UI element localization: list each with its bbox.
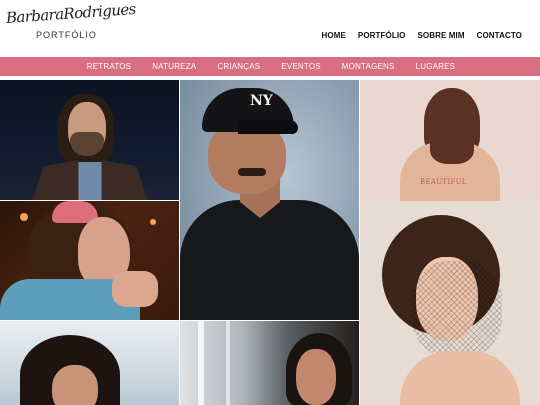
category-montagens[interactable]: MONTAGENS [342, 62, 395, 71]
photo-hands [112, 271, 158, 307]
photo-bokeh-light [150, 219, 156, 225]
photo-window-frame [198, 321, 204, 405]
gallery-photo-woman-curly-hair[interactable] [0, 201, 179, 320]
photo-window-frame [226, 321, 230, 405]
gallery-photo-man-long-hair[interactable] [0, 80, 179, 200]
photo-cap-brim [238, 120, 298, 134]
category-lugares[interactable]: LUGARES [416, 62, 456, 71]
nav-sobre-mim[interactable]: SOBRE MIM [417, 31, 464, 40]
nav-contacto[interactable]: CONTACTO [477, 31, 522, 40]
gallery-photo-woman-veil[interactable] [360, 201, 540, 405]
photo-shirt [180, 200, 359, 320]
site-logo[interactable]: BarbaraRodrigues PORTFÓLIO [5, 0, 136, 43]
photo-tattoo-text: BEAUTIFUL [420, 178, 467, 186]
main-nav: HOME PORTFÓLIO SOBRE MIM CONTACTO [322, 31, 523, 40]
category-natureza[interactable]: NATUREZA [152, 62, 196, 71]
gallery-photo-woman-back-tattoo[interactable]: BEAUTIFUL [360, 80, 540, 201]
logo-subtitle: PORTFÓLIO [36, 30, 97, 40]
gallery-photo-man-ny-cap[interactable]: NY [180, 80, 359, 320]
photo-face [52, 365, 98, 405]
nav-portfolio[interactable]: PORTFÓLIO [358, 31, 406, 40]
nav-home[interactable]: HOME [322, 31, 346, 40]
photo-shoulder [400, 351, 520, 405]
gallery-photo-child[interactable] [0, 321, 179, 405]
photo-bokeh-light [20, 213, 28, 221]
photo-hair-lower [430, 130, 474, 164]
photo-face [296, 349, 336, 405]
photo-mustache [238, 168, 266, 176]
category-retratos[interactable]: RETRATOS [87, 62, 131, 71]
photo-veil [412, 261, 502, 357]
logo-script: BarbaraRodrigues [5, 0, 137, 27]
category-nav: RETRATOS NATUREZA CRIANÇAS EVENTOS MONTA… [0, 57, 540, 76]
category-eventos[interactable]: EVENTOS [281, 62, 321, 71]
category-criancas[interactable]: CRIANÇAS [217, 62, 260, 71]
site-header: BarbaraRodrigues PORTFÓLIO HOME PORTFÓLI… [0, 0, 540, 56]
cap-logo: NY [250, 93, 273, 109]
gallery-photo-woman-window[interactable] [180, 321, 359, 405]
